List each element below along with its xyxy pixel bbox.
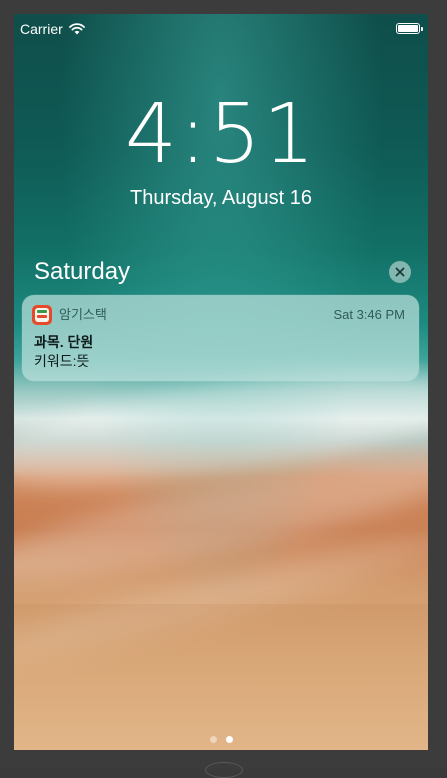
battery-level — [398, 25, 418, 32]
app-icon — [32, 305, 52, 325]
notification-title: 과목. 단원 — [34, 334, 94, 350]
battery-icon — [396, 23, 423, 34]
lock-screen: Carrier 4:51 Thursday, August 16 Saturda… — [14, 14, 428, 750]
notification-card[interactable]: 암기스택 Sat 3:46 PM 과목. 단원 키워드:뜻 — [22, 295, 419, 381]
sand-area — [14, 604, 428, 750]
close-icon — [395, 267, 405, 277]
lock-date: Thursday, August 16 — [130, 187, 312, 209]
notification-app-name: 암기스택 — [59, 307, 107, 322]
notification-group-title: Saturday — [34, 258, 131, 285]
notification-header: 암기스택 Sat 3:46 PM — [32, 305, 405, 325]
lock-clock: 4:51 — [124, 87, 318, 182]
home-button[interactable] — [205, 762, 243, 778]
page-dot[interactable] — [209, 736, 217, 743]
carrier-label: Carrier — [20, 21, 63, 37]
wifi-icon — [68, 23, 85, 35]
page-dot-active[interactable] — [225, 736, 233, 743]
notification-body: 키워드:뜻 — [34, 353, 90, 369]
notification-group-header: Saturday — [34, 257, 414, 287]
wave-foam — [14, 433, 428, 605]
carrier-group: Carrier — [20, 21, 85, 37]
page-indicator[interactable] — [14, 736, 428, 743]
status-bar: Carrier — [14, 14, 428, 44]
notification-time: Sat 3:46 PM — [333, 307, 405, 322]
clear-notifications-button[interactable] — [389, 261, 411, 283]
device-frame: Carrier 4:51 Thursday, August 16 Saturda… — [0, 0, 447, 778]
